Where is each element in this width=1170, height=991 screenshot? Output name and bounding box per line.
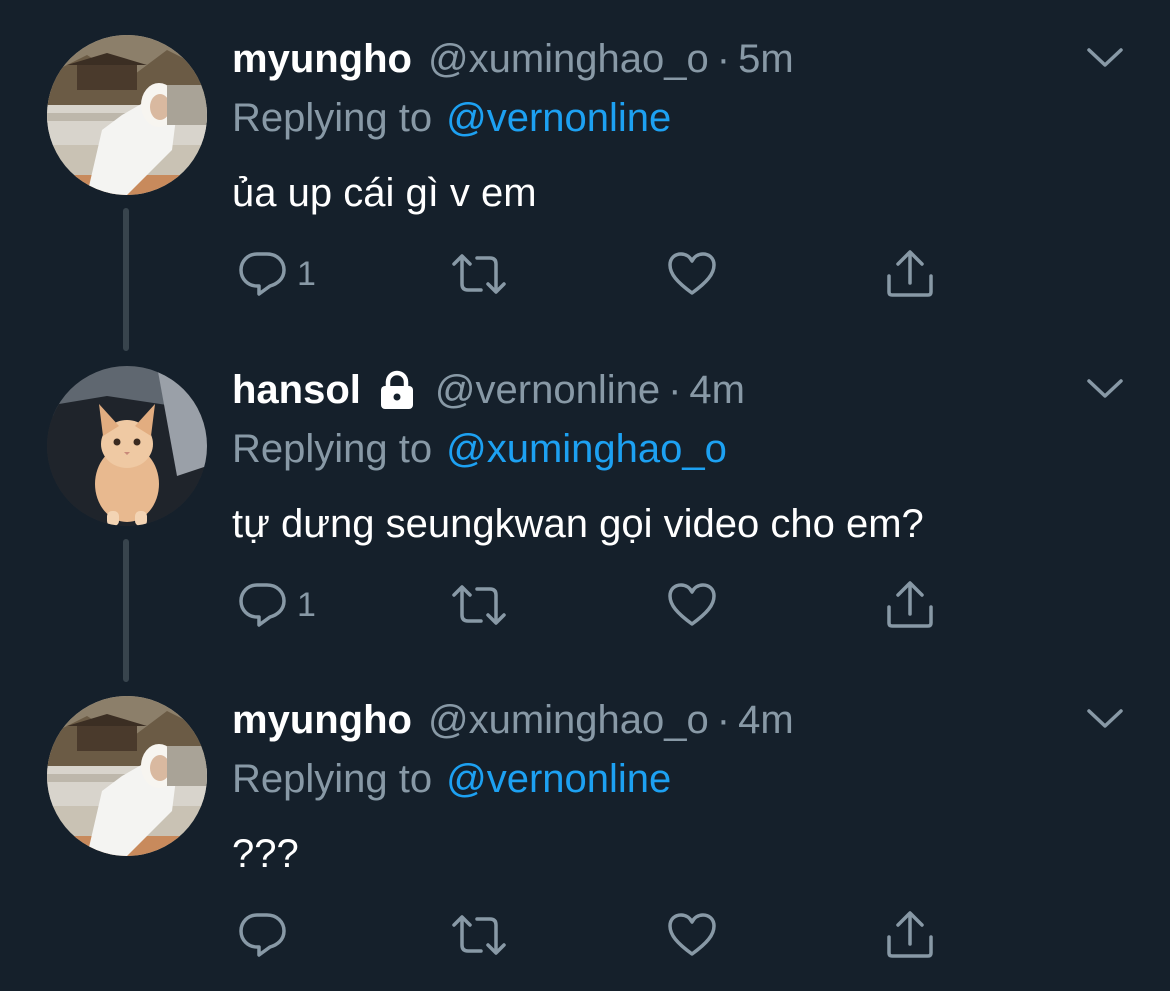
replying-label: Replying to bbox=[232, 756, 433, 801]
share-button[interactable] bbox=[884, 579, 936, 631]
avatar[interactable] bbox=[47, 696, 207, 856]
tweet-text: ??? bbox=[232, 832, 299, 876]
tweet-text: tự dưng seungkwan gọi video cho em? bbox=[232, 502, 924, 546]
reply-icon bbox=[239, 913, 286, 957]
separator-dot: · bbox=[716, 36, 731, 81]
share-icon bbox=[887, 581, 933, 628]
heart-icon bbox=[668, 913, 716, 956]
replying-to: Replying to @vernonline bbox=[232, 756, 671, 802]
timestamp[interactable]: 5m bbox=[738, 37, 794, 82]
reply-count: 1 bbox=[297, 254, 316, 293]
like-button[interactable] bbox=[667, 248, 717, 300]
replying-label: Replying to bbox=[232, 95, 433, 140]
replying-label: Replying to bbox=[232, 426, 433, 471]
display-name[interactable]: myungho bbox=[232, 698, 412, 743]
chevron-down-icon[interactable] bbox=[1085, 40, 1125, 74]
avatar[interactable] bbox=[47, 366, 207, 526]
retweet-icon bbox=[452, 915, 506, 955]
separator-dot: · bbox=[668, 367, 682, 412]
orange-kitten-avatar bbox=[47, 366, 207, 526]
retweet-button[interactable] bbox=[451, 909, 507, 961]
replying-to-handle[interactable]: @vernonline bbox=[446, 757, 671, 802]
like-button[interactable] bbox=[667, 579, 717, 631]
separator-dot: · bbox=[716, 697, 731, 742]
display-name[interactable]: hansol bbox=[232, 368, 361, 413]
share-icon bbox=[887, 250, 933, 297]
reply-button[interactable] bbox=[237, 909, 297, 961]
reply-count: 1 bbox=[297, 585, 316, 624]
tweet-2[interactable]: hansol @vernonline · 4m Replying to @xum… bbox=[0, 331, 1170, 682]
reply-button[interactable]: 1 bbox=[237, 579, 316, 631]
reply-icon bbox=[239, 252, 286, 296]
replying-to-handle[interactable]: @vernonline bbox=[446, 96, 671, 141]
retweet-icon bbox=[452, 585, 506, 625]
timestamp[interactable]: 4m bbox=[689, 368, 745, 413]
tweet-actions bbox=[0, 909, 1170, 961]
retweet-button[interactable] bbox=[451, 579, 507, 631]
replying-to: Replying to @xuminghao_o bbox=[232, 426, 727, 472]
user-handle[interactable]: @xuminghao_o bbox=[428, 698, 709, 743]
reply-button[interactable]: 1 bbox=[237, 248, 316, 300]
replying-to: Replying to @vernonline bbox=[232, 95, 671, 141]
tweet-header: myungho @xuminghao_o · 4m bbox=[232, 695, 794, 745]
lock-icon bbox=[380, 370, 413, 409]
retweet-icon bbox=[452, 254, 506, 294]
reply-icon bbox=[239, 583, 286, 627]
tweet-1[interactable]: myungho @xuminghao_o · 5m Replying to @v… bbox=[0, 0, 1170, 351]
tweet-actions: 1 bbox=[0, 248, 1170, 300]
share-button[interactable] bbox=[884, 248, 936, 300]
user-handle[interactable]: @xuminghao_o bbox=[428, 37, 709, 82]
person-in-white-hoodie-avatar bbox=[47, 35, 207, 195]
retweet-button[interactable] bbox=[451, 248, 507, 300]
tweet-header: myungho @xuminghao_o · 5m bbox=[232, 34, 794, 84]
user-handle[interactable]: @vernonline bbox=[435, 368, 660, 413]
tweet-actions: 1 bbox=[0, 579, 1170, 631]
heart-icon bbox=[668, 252, 716, 295]
replying-to-handle[interactable]: @xuminghao_o bbox=[446, 427, 727, 472]
person-in-white-hoodie-avatar bbox=[47, 696, 207, 856]
share-button[interactable] bbox=[884, 909, 936, 961]
avatar[interactable] bbox=[47, 35, 207, 195]
timestamp[interactable]: 4m bbox=[738, 698, 794, 743]
heart-icon bbox=[668, 583, 716, 626]
like-button[interactable] bbox=[667, 909, 717, 961]
display-name[interactable]: myungho bbox=[232, 37, 412, 82]
tweet-header: hansol @vernonline · 4m bbox=[232, 365, 745, 415]
chevron-down-icon[interactable] bbox=[1085, 701, 1125, 735]
tweet-text: ủa up cái gì v em bbox=[232, 171, 537, 215]
chevron-down-icon[interactable] bbox=[1085, 371, 1125, 405]
tweet-3[interactable]: myungho @xuminghao_o · 4m Replying to @v… bbox=[0, 661, 1170, 991]
share-icon bbox=[887, 911, 933, 958]
